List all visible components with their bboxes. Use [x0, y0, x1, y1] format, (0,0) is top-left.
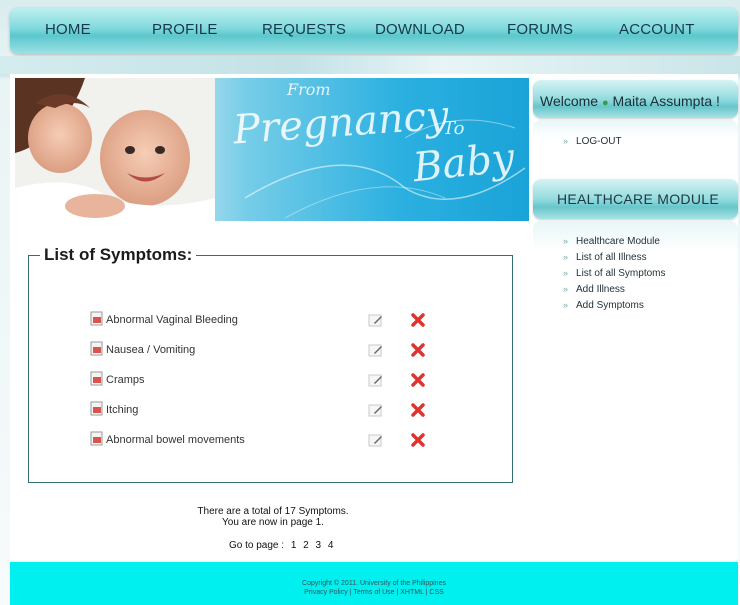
- symptom-icon: [90, 431, 103, 446]
- sidebar-link-list-symptoms[interactable]: » List of all Symptoms: [563, 268, 666, 279]
- edit-icon[interactable]: [368, 313, 384, 327]
- sidebar-link-add-illness[interactable]: » Add Illness: [563, 284, 625, 295]
- logout-link[interactable]: » LOG-OUT: [563, 136, 622, 147]
- sidebar-link-add-symptoms[interactable]: » Add Symptoms: [563, 300, 644, 311]
- copyright-text: Copyright © 2011. University of the Phil…: [302, 580, 446, 587]
- symptom-row: Itching: [90, 401, 450, 421]
- symptom-icon: [90, 371, 103, 386]
- edit-icon[interactable]: [368, 433, 384, 447]
- edit-icon[interactable]: [368, 343, 384, 357]
- welcome-text: Welcome ● Maita Assumpta !: [540, 93, 720, 109]
- nav-download[interactable]: DOWNLOAD: [375, 21, 465, 38]
- top-nav: HOME PROFILE REQUESTS DOWNLOAD FORUMS AC…: [10, 8, 738, 54]
- symptom-name[interactable]: Itching: [106, 404, 138, 416]
- header-strip: [0, 56, 740, 74]
- delete-icon[interactable]: [410, 402, 426, 418]
- footer: Copyright © 2011. University of the Phil…: [10, 562, 738, 605]
- module-title: HEALTHCARE MODULE: [557, 191, 719, 207]
- arrow-icon: »: [563, 300, 569, 310]
- nav-requests[interactable]: REQUESTS: [262, 21, 346, 38]
- symptom-name[interactable]: Cramps: [106, 374, 145, 386]
- page-link-3[interactable]: 3: [316, 540, 322, 551]
- symptom-row: Abnormal Vaginal Bleeding: [90, 311, 450, 331]
- nav-forums[interactable]: FORUMS: [507, 21, 573, 38]
- page-link-4[interactable]: 4: [328, 540, 334, 551]
- logout-panel: [533, 120, 738, 178]
- mother-baby-photo: [15, 78, 215, 221]
- nav-home[interactable]: HOME: [45, 21, 91, 38]
- arrow-icon: »: [563, 268, 569, 278]
- page-link-2[interactable]: 2: [303, 540, 309, 551]
- goto-label: Go to page :: [229, 540, 285, 551]
- delete-icon[interactable]: [410, 432, 426, 448]
- symptom-name[interactable]: Abnormal Vaginal Bleeding: [106, 314, 238, 326]
- symptom-row: Abnormal bowel movements: [90, 431, 450, 451]
- nav-account[interactable]: ACCOUNT: [619, 21, 695, 38]
- footer-links[interactable]: Privacy Policy | Terms of Use | XHTML | …: [10, 589, 738, 596]
- banner: From Pregnancy To Baby: [15, 78, 529, 221]
- user-icon: ●: [601, 97, 609, 109]
- edit-icon[interactable]: [368, 373, 384, 387]
- symptom-row: Cramps: [90, 371, 450, 391]
- pagination: Go to page : 1 2 3 4: [229, 540, 333, 551]
- symptom-icon: [90, 341, 103, 356]
- total-count-text: There are a total of 17 Symptoms.: [197, 506, 349, 517]
- delete-icon[interactable]: [410, 372, 426, 388]
- delete-icon[interactable]: [410, 312, 426, 328]
- arrow-icon: »: [563, 284, 569, 294]
- symptom-name[interactable]: Nausea / Vomiting: [106, 344, 195, 356]
- arrow-icon: »: [563, 236, 569, 246]
- symptom-icon: [90, 401, 103, 416]
- banner-swirls: [244, 119, 526, 219]
- sidebar-link-healthcare-module[interactable]: » Healthcare Module: [563, 236, 660, 247]
- user-name: Maita Assumpta !: [612, 93, 720, 109]
- arrow-icon: »: [563, 136, 569, 146]
- delete-icon[interactable]: [410, 342, 426, 358]
- symptom-icon: [90, 311, 103, 326]
- nav-profile[interactable]: PROFILE: [152, 21, 218, 38]
- sidebar-link-list-illness[interactable]: » List of all Illness: [563, 252, 647, 263]
- symptom-row: Nausea / Vomiting: [90, 341, 450, 361]
- symptom-name[interactable]: Abnormal bowel movements: [106, 434, 245, 446]
- symptoms-legend: List of Symptoms:: [40, 245, 197, 265]
- page-link-1[interactable]: 1: [291, 540, 297, 551]
- edit-icon[interactable]: [368, 403, 384, 417]
- current-page-text: You are now in page 1.: [222, 517, 324, 528]
- arrow-icon: »: [563, 252, 569, 262]
